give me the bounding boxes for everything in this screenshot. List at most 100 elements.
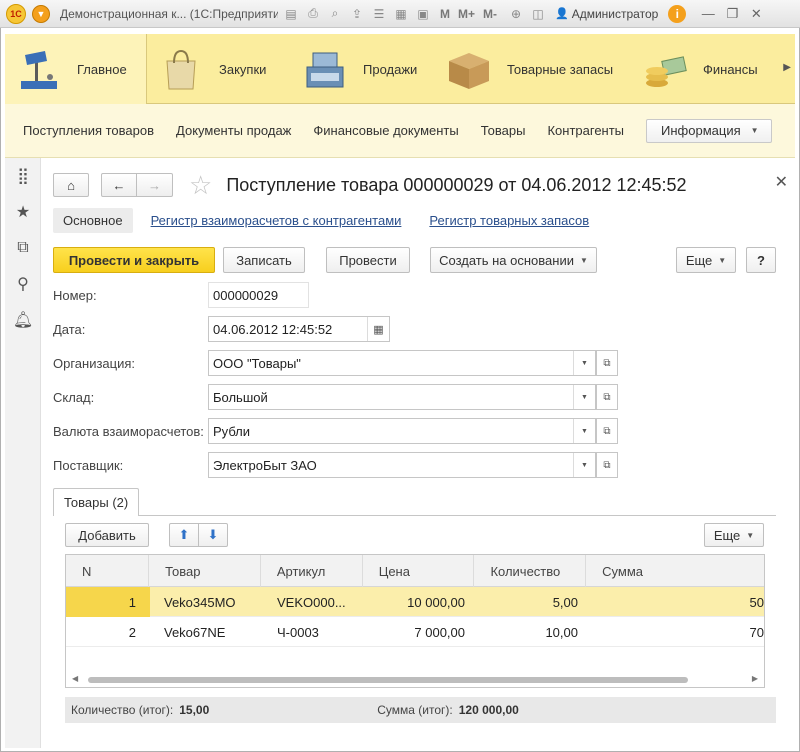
- chevron-down-icon[interactable]: ▼: [573, 351, 595, 375]
- post-and-close-button[interactable]: Провести и закрыть: [53, 247, 215, 273]
- supplier-field[interactable]: ЭлектроБыт ЗАО ▼: [208, 452, 596, 478]
- create-based-on-button[interactable]: Создать на основании ▼: [430, 247, 597, 273]
- currency-field[interactable]: Рубли ▼: [208, 418, 596, 444]
- section-finance[interactable]: Финансы: [631, 34, 781, 104]
- scroll-left-icon[interactable]: ◀: [72, 674, 78, 683]
- user-menu[interactable]: 👤 Администратор: [555, 7, 658, 21]
- panels-icon[interactable]: ◫: [529, 5, 547, 23]
- save-icon[interactable]: ▤: [282, 5, 300, 23]
- sections-panel: Главное Закупки Продажи Товарные запасы: [5, 34, 795, 104]
- section-label: Главное: [77, 61, 127, 77]
- number-field[interactable]: 000000029: [208, 282, 309, 308]
- favorite-star-icon[interactable]: ☆: [189, 170, 212, 201]
- cell-price: 10 000,00: [407, 594, 465, 610]
- nav-link-goods[interactable]: Товары: [481, 123, 526, 138]
- search-icon[interactable]: ⚲: [5, 266, 41, 302]
- open-currency-icon[interactable]: ⧉: [596, 418, 618, 444]
- move-up-button[interactable]: ⬆: [169, 523, 199, 547]
- table-row[interactable]: 2 Veko67NE Ч-0003 7 000,00 10,00 70: [66, 617, 764, 647]
- memory-m-button[interactable]: M: [440, 7, 450, 21]
- goods-more-button[interactable]: Еще ▼: [704, 523, 764, 547]
- preview-icon[interactable]: ⌕: [326, 5, 344, 23]
- warehouse-field[interactable]: Большой ▼: [208, 384, 596, 410]
- column-header-n[interactable]: N: [66, 555, 150, 587]
- menu-grid-icon[interactable]: ⣿: [5, 158, 41, 194]
- nav-link-finance-documents[interactable]: Финансовые документы: [313, 123, 458, 138]
- total-sum-value: 120 000,00: [458, 703, 519, 717]
- scrollbar-thumb[interactable]: [88, 677, 688, 683]
- print-icon[interactable]: ⎙: [304, 5, 322, 23]
- chevron-down-icon[interactable]: ▼: [573, 453, 595, 477]
- home-icon: ⌂: [67, 177, 75, 193]
- save-button[interactable]: Записать: [223, 247, 305, 273]
- section-purchases[interactable]: Закупки: [147, 34, 291, 104]
- forward-button[interactable]: →: [137, 173, 173, 197]
- more-button[interactable]: Еще ▼: [676, 247, 736, 273]
- organization-field[interactable]: ООО "Товары" ▼: [208, 350, 596, 376]
- column-header-item[interactable]: Товар: [149, 555, 261, 587]
- cell-item: Veko67NE: [164, 624, 226, 640]
- home-button[interactable]: ⌂: [53, 173, 89, 197]
- cell-qty: 10,00: [545, 624, 578, 640]
- calculator-icon[interactable]: ▦: [392, 5, 410, 23]
- column-header-qty[interactable]: Количество: [474, 555, 587, 587]
- date-field[interactable]: 04.06.2012 12:45:52 ▦: [208, 316, 390, 342]
- cell-item: Veko345MO: [164, 594, 236, 610]
- tab-inventory-register[interactable]: Регистр товарных запасов: [419, 208, 599, 233]
- left-sidebar: ⣿ ★ ⧉ ⚲ 🔔︎: [5, 158, 41, 748]
- organization-value: ООО "Товары": [213, 355, 301, 371]
- section-main[interactable]: Главное: [5, 34, 147, 104]
- date-value: 04.06.2012 12:45:52: [213, 321, 333, 337]
- nav-link-goods-receipts[interactable]: Поступления товаров: [23, 123, 154, 138]
- section-sales[interactable]: Продажи: [291, 34, 435, 104]
- open-supplier-icon[interactable]: ⧉: [596, 452, 618, 478]
- restore-button[interactable]: ❐: [724, 6, 740, 22]
- form-header: ⌂ ← → ☆ Поступление товара 000000029 от …: [53, 170, 788, 200]
- table-header: N Товар Артикул Цена Количество Сумма: [66, 555, 764, 587]
- close-form-icon[interactable]: ✕: [775, 172, 788, 192]
- tab-settlements-register[interactable]: Регистр взаиморасчетов с контрагентами: [141, 208, 412, 233]
- upload-icon[interactable]: ⇪: [348, 5, 366, 23]
- back-button[interactable]: ←: [101, 173, 137, 197]
- open-warehouse-icon[interactable]: ⧉: [596, 384, 618, 410]
- add-row-button[interactable]: Добавить: [65, 523, 149, 547]
- minimize-button[interactable]: —: [700, 6, 716, 21]
- zoom-icon[interactable]: ⊕: [507, 5, 525, 23]
- memory-minus-button[interactable]: M-: [483, 7, 497, 21]
- history-icon[interactable]: ⧉: [5, 230, 41, 266]
- chevron-down-icon[interactable]: ▼: [573, 385, 595, 409]
- horizontal-scrollbar[interactable]: ◀ ▶: [66, 673, 764, 687]
- info-dropdown-button[interactable]: Информация ▼: [646, 118, 772, 143]
- sections-scroll-right-icon[interactable]: ▶: [783, 62, 791, 73]
- help-button[interactable]: ?: [746, 247, 776, 273]
- scroll-right-icon[interactable]: ▶: [752, 674, 758, 683]
- post-button[interactable]: Провести: [326, 247, 410, 273]
- memory-plus-button[interactable]: M+: [458, 7, 475, 21]
- chevron-down-icon: ▼: [750, 126, 759, 135]
- chevron-down-icon[interactable]: ▼: [573, 419, 595, 443]
- favorites-star-icon[interactable]: ★: [5, 194, 41, 230]
- nav-link-counterparties[interactable]: Контрагенты: [547, 123, 624, 138]
- tab-main[interactable]: Основное: [53, 207, 133, 233]
- column-header-sum[interactable]: Сумма: [586, 555, 764, 587]
- total-qty-label: Количество (итог):: [71, 703, 174, 717]
- cell-sum: 50: [749, 594, 764, 610]
- tab-goods[interactable]: Товары (2): [53, 488, 140, 516]
- open-organization-icon[interactable]: ⧉: [596, 350, 618, 376]
- list-icon[interactable]: ☰: [370, 5, 388, 23]
- nav-link-sales-documents[interactable]: Документы продаж: [176, 123, 291, 138]
- column-header-price[interactable]: Цена: [363, 555, 475, 587]
- main-menu-button[interactable]: ▼: [32, 4, 50, 23]
- document-form: ⌂ ← → ☆ Поступление товара 000000029 от …: [41, 158, 795, 748]
- close-window-button[interactable]: ✕: [748, 6, 764, 22]
- calendar-icon[interactable]: ▦: [367, 317, 389, 341]
- goods-more-label: Еще: [713, 527, 741, 543]
- section-inventory[interactable]: Товарные запасы: [435, 34, 631, 104]
- calendar-icon[interactable]: ▣: [414, 5, 432, 23]
- move-down-button[interactable]: ⬇: [198, 523, 228, 547]
- table-row[interactable]: 1 Veko345MO VEKO000... 10 000,00 5,00 50: [66, 587, 764, 617]
- column-header-sku[interactable]: Артикул: [261, 555, 363, 587]
- notifications-bell-icon[interactable]: 🔔︎: [5, 302, 41, 338]
- info-icon[interactable]: i: [668, 4, 687, 23]
- section-label: Товарные запасы: [507, 61, 614, 77]
